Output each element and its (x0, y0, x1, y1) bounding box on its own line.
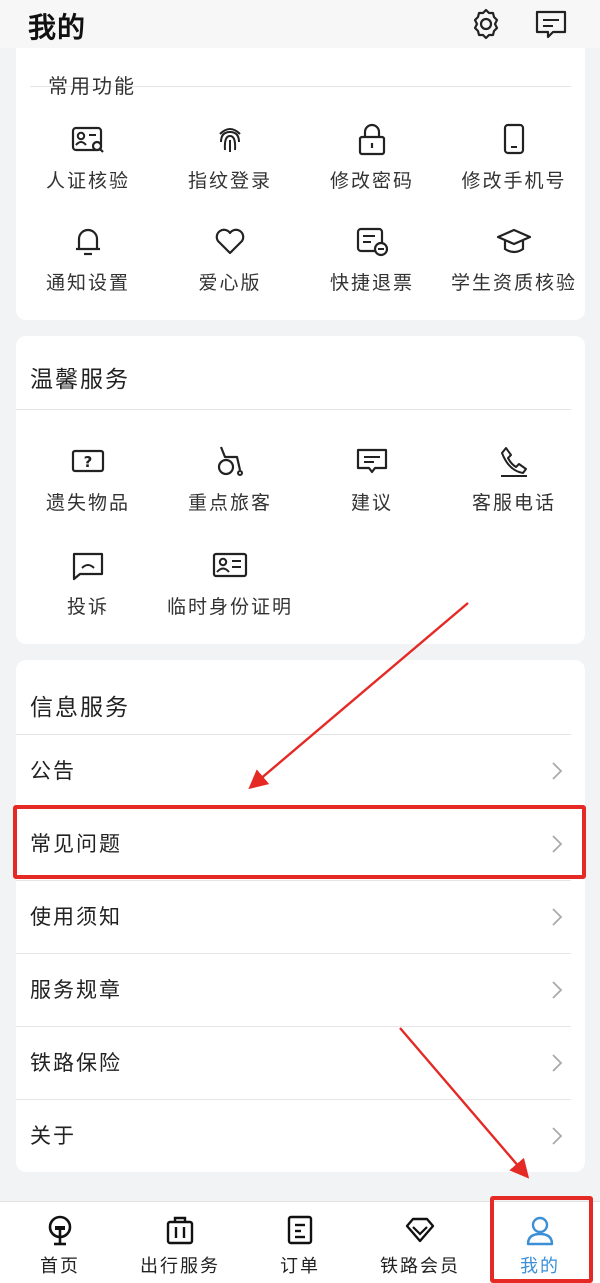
tab-orders-label: 订单 (280, 1256, 320, 1277)
list-item-service-rules[interactable]: 服务规章 (16, 954, 585, 1027)
divider (16, 409, 571, 410)
suggestion-label: 建议 (350, 492, 393, 514)
info-services-title: 信息服务 (30, 695, 130, 721)
chevron-right-icon (552, 1127, 563, 1145)
fingerprint-icon (219, 128, 241, 152)
complaint-icon (72, 552, 104, 581)
care-version-button[interactable]: 爱心版 (160, 222, 300, 295)
profile-page: 常用功能 人证核验 指纹登录 修改密码 修改手机号 通知设置 爱心版 快捷退票 … (0, 0, 600, 1283)
common-functions-card: 常用功能 人证核验 指纹登录 修改密码 修改手机号 通知设置 爱心版 快捷退票 … (16, 30, 585, 320)
wheelchair-icon (217, 446, 243, 476)
fingerprint-login-label: 指纹登录 (187, 170, 272, 192)
list-item-usage-notice[interactable]: 使用须知 (16, 881, 585, 954)
lost-items-button[interactable]: ? 遗失物品 (18, 442, 158, 515)
tab-home-label: 首页 (40, 1256, 80, 1277)
notification-settings-button[interactable]: 通知设置 (18, 222, 158, 295)
warm-services-card: 温馨服务 ? 遗失物品 重点旅客 建议 客服电话 投诉 临时身份证明 (16, 336, 585, 644)
student-verify-label: 学生资质核验 (450, 272, 577, 294)
customer-service-phone-label: 客服电话 (471, 492, 556, 514)
common-functions-title: 常用功能 (48, 74, 136, 98)
message-icon[interactable] (534, 7, 568, 41)
change-phone-button[interactable]: 修改手机号 (444, 120, 584, 193)
id-verify-button[interactable]: 人证核验 (18, 120, 158, 193)
order-icon (287, 1215, 313, 1245)
suggestion-icon (356, 448, 388, 474)
customer-service-phone-button[interactable]: 客服电话 (444, 442, 584, 515)
mine-tab-highlight-box (490, 1196, 593, 1283)
change-password-label: 修改密码 (329, 170, 414, 192)
question-box-icon: ? (71, 449, 105, 473)
student-verify-button[interactable]: 学生资质核验 (444, 222, 584, 295)
tab-railway-member-label: 铁路会员 (380, 1256, 460, 1277)
change-phone-label: 修改手机号 (461, 170, 567, 192)
chevron-right-icon (552, 981, 563, 999)
suggestion-button[interactable]: 建议 (302, 442, 442, 515)
id-verify-label: 人证核验 (45, 170, 130, 192)
key-passengers-button[interactable]: 重点旅客 (160, 442, 300, 515)
change-password-button[interactable]: 修改密码 (302, 120, 442, 193)
complaint-button[interactable]: 投诉 (18, 546, 158, 619)
svg-text:?: ? (84, 453, 93, 471)
chevron-right-icon (552, 762, 563, 780)
tab-home[interactable]: 首页 (10, 1202, 110, 1283)
luggage-icon (166, 1216, 194, 1245)
info-services-card: 信息服务 公告 常见问题 使用须知 服务规章 铁路保险 关于 (16, 660, 585, 1172)
list-item-label: 公告 (30, 759, 76, 783)
chevron-right-icon (552, 908, 563, 926)
chevron-right-icon (552, 1054, 563, 1072)
list-item-label: 使用须知 (30, 905, 122, 929)
list-item-railway-insurance[interactable]: 铁路保险 (16, 1027, 585, 1100)
tab-railway-member[interactable]: 铁路会员 (365, 1202, 475, 1283)
lost-items-label: 遗失物品 (45, 492, 130, 514)
list-item-label: 服务规章 (30, 978, 122, 1002)
top-header: 我的 (0, 0, 600, 48)
list-item-about[interactable]: 关于 (16, 1100, 585, 1173)
ticket-refund-icon (356, 227, 389, 257)
bell-icon (76, 228, 100, 256)
id-card-icon (212, 552, 248, 578)
quick-refund-label: 快捷退票 (329, 272, 414, 294)
list-item-label: 关于 (30, 1124, 76, 1148)
graduation-cap-icon (496, 228, 532, 254)
temporary-id-label: 临时身份证明 (166, 596, 293, 618)
tab-travel-services-label: 出行服务 (140, 1256, 220, 1277)
fingerprint-login-button[interactable]: 指纹登录 (160, 120, 300, 193)
phone-call-icon (501, 447, 527, 477)
complaint-label: 投诉 (66, 596, 109, 618)
tab-travel-services[interactable]: 出行服务 (125, 1202, 235, 1283)
lock-icon (358, 123, 386, 156)
tab-orders[interactable]: 订单 (250, 1202, 350, 1283)
temporary-id-button[interactable]: 临时身份证明 (160, 546, 300, 619)
notification-settings-label: 通知设置 (45, 272, 130, 294)
diamond-icon (405, 1217, 435, 1243)
list-item-announcement[interactable]: 公告 (16, 735, 585, 808)
home-train-icon (48, 1215, 72, 1246)
phone-icon (503, 123, 525, 155)
warm-services-title: 温馨服务 (30, 367, 130, 393)
list-item-label: 铁路保险 (30, 1051, 122, 1075)
id-verify-icon (71, 126, 104, 153)
care-version-label: 爱心版 (198, 272, 262, 294)
faq-highlight-box (13, 805, 586, 879)
quick-refund-button[interactable]: 快捷退票 (302, 222, 442, 295)
page-title: 我的 (28, 11, 87, 44)
key-passengers-label: 重点旅客 (187, 492, 272, 514)
heart-icon (215, 228, 245, 255)
gear-icon[interactable] (469, 7, 503, 41)
